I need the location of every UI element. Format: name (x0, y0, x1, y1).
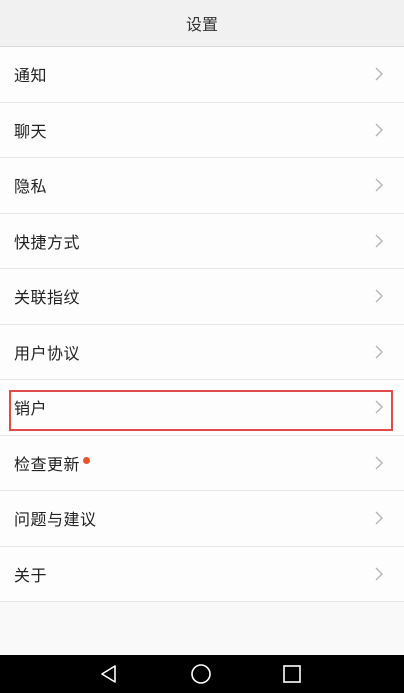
settings-item-label: 快捷方式 (14, 232, 81, 252)
settings-item-label: 聊天 (14, 121, 48, 141)
settings-item-label: 用户协议 (14, 343, 81, 363)
nav-back-button[interactable] (97, 662, 121, 686)
chevron-right-icon (375, 67, 383, 81)
chevron-right-icon (375, 178, 383, 192)
settings-item-notifications[interactable]: 通知 (0, 47, 404, 103)
settings-item-fingerprint[interactable]: 关联指纹 (0, 269, 404, 325)
nav-recent-button[interactable] (280, 662, 304, 686)
settings-item-label: 销户 (14, 399, 48, 419)
chevron-right-icon (375, 289, 383, 303)
chevron-right-icon (375, 567, 383, 581)
triangle-back-icon (101, 665, 116, 683)
system-navigation-bar (0, 655, 404, 693)
settings-item-label: 关于 (14, 565, 48, 585)
settings-item-about[interactable]: 关于 (0, 546, 404, 602)
update-badge-dot (83, 457, 91, 465)
settings-item-privacy[interactable]: 隐私 (0, 158, 404, 214)
chevron-right-icon (375, 511, 383, 525)
settings-item-check-update[interactable]: 检查更新 (0, 435, 404, 491)
nav-home-button[interactable] (189, 662, 213, 686)
chevron-right-icon (375, 123, 383, 137)
settings-item-close-account[interactable]: 销户 (0, 380, 404, 436)
page-title: 设置 (185, 15, 218, 34)
chevron-right-icon (375, 345, 383, 359)
settings-list: 通知 聊天 隐私 快捷方式 关联指纹 用户协议 销户 检查更新 问题与建议 关于 (0, 47, 404, 602)
chevron-right-icon (375, 456, 383, 470)
square-recent-icon (283, 665, 301, 683)
settings-item-label: 检查更新 (14, 454, 81, 474)
settings-item-label: 关联指纹 (14, 288, 81, 308)
settings-item-shortcuts[interactable]: 快捷方式 (0, 213, 404, 269)
circle-home-icon (191, 664, 211, 684)
settings-item-label: 问题与建议 (14, 510, 97, 530)
title-bar: 设置 (0, 0, 404, 47)
settings-item-user-agreement[interactable]: 用户协议 (0, 324, 404, 380)
settings-item-feedback[interactable]: 问题与建议 (0, 491, 404, 547)
chevron-right-icon (375, 234, 383, 248)
settings-item-chat[interactable]: 聊天 (0, 102, 404, 158)
chevron-right-icon (375, 400, 383, 414)
settings-item-label: 通知 (14, 66, 48, 86)
settings-item-label: 隐私 (14, 177, 48, 197)
